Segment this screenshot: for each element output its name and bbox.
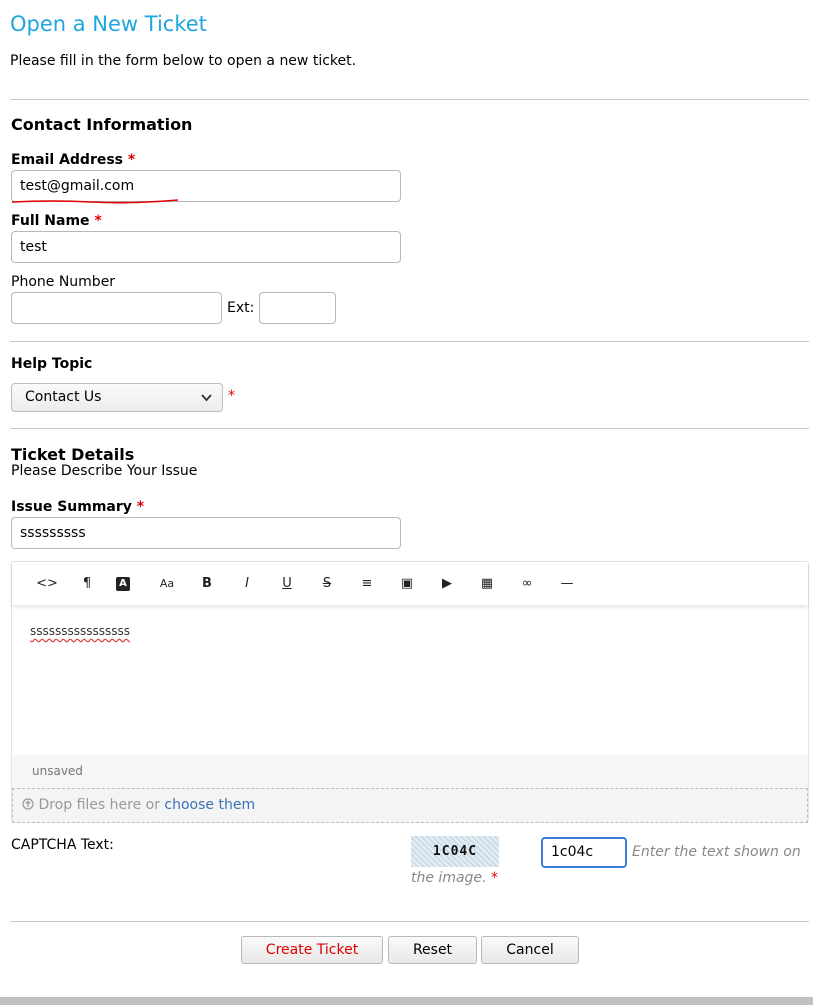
email-label: Email Address * [11,152,136,168]
divider [10,341,809,342]
bottom-scrollbar[interactable] [0,997,813,1005]
editor-statusbar: unsaved [12,755,808,788]
choose-files-link[interactable]: choose them [164,797,255,813]
help-topic-select[interactable]: Contact Us [11,383,223,412]
divider [10,428,809,429]
video-icon[interactable]: ▶ [436,574,458,594]
issue-summary-label: Issue Summary * [11,499,145,515]
contact-heading: Contact Information [11,115,193,134]
captcha-hint: Enter the text shown on [632,844,801,860]
image-icon[interactable]: ▣ [396,574,418,594]
phone-label: Phone Number [11,274,116,290]
bold-icon[interactable]: B [196,574,218,594]
ticket-details-heading: Ticket Details [11,445,135,464]
paragraph-icon[interactable]: ¶ [76,574,98,594]
required-mark: * [228,388,235,404]
captcha-input[interactable]: 1c04c [541,837,627,868]
list-icon[interactable]: ≡ [356,574,378,594]
editor-content[interactable]: ssssssssssssssss [30,624,130,638]
dropzone-text: Drop files here or [38,797,160,813]
horizontal-rule-icon[interactable]: — [556,574,578,594]
text-color-icon[interactable]: A [116,577,130,591]
captcha-label: CAPTCHA Text: [11,837,114,853]
upload-icon [22,797,38,813]
rich-text-editor: <> ¶ A Aa B I U S ≡ ▣ ▶ ▦ ∞ — ssssssssssssssss unsave… [11,561,809,823]
create-ticket-button[interactable]: Create Ticket [241,936,383,964]
name-label: Full Name * [11,213,102,229]
ext-label: Ext: [227,300,255,316]
editor-toolbar: <> ¶ A Aa B I U S ≡ ▣ ▶ ▦ ∞ — [12,562,808,605]
red-underline-annotation [12,199,178,204]
help-topic-value: Contact Us [25,389,102,405]
reset-button[interactable]: Reset [388,936,477,964]
file-dropzone[interactable]: Drop files here or choose them [12,788,808,823]
page-title: Open a New Ticket [10,12,207,36]
link-icon[interactable]: ∞ [516,574,538,594]
divider [10,921,809,922]
chevron-down-icon [201,384,212,421]
phone-field[interactable] [11,292,222,324]
ticket-details-subheading: Please Describe Your Issue [11,463,198,479]
ext-field[interactable] [259,292,336,324]
full-name-field[interactable]: test [11,231,401,263]
divider [10,99,809,100]
page-intro: Please fill in the form below to open a … [10,53,357,69]
strikethrough-icon[interactable]: S [316,574,338,594]
table-icon[interactable]: ▦ [476,574,498,594]
code-view-icon[interactable]: <> [36,574,58,594]
cancel-button[interactable]: Cancel [481,936,579,964]
captcha-image: 1C04C [411,836,499,867]
font-size-icon[interactable]: Aa [156,574,178,594]
underline-icon[interactable]: U [276,574,298,594]
issue-summary-field[interactable]: sssssssss [11,517,401,549]
save-status: unsaved [32,764,83,778]
italic-icon[interactable]: I [236,574,258,594]
captcha-hint-line2: the image. * [411,870,498,886]
help-topic-heading: Help Topic [11,356,93,372]
